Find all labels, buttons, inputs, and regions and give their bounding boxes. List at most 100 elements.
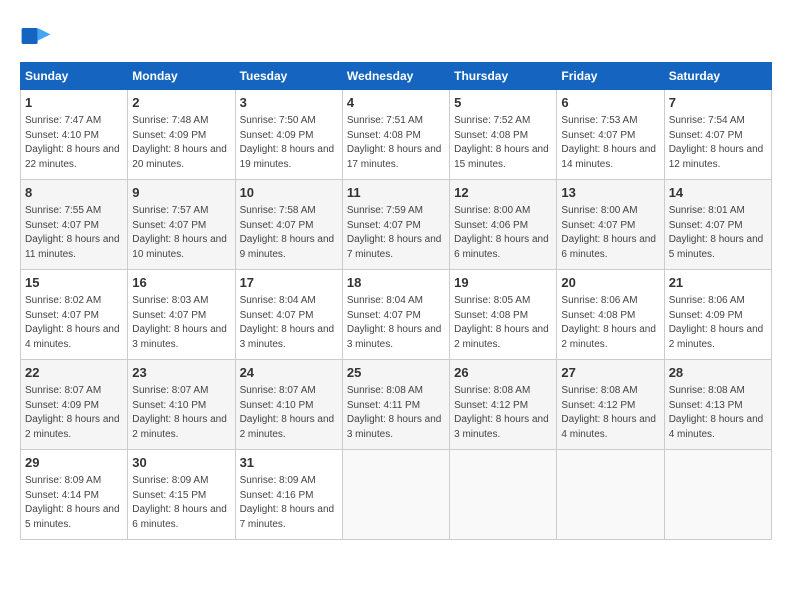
day-number: 1 (25, 94, 123, 112)
calendar-cell: 3 Sunrise: 7:50 AMSunset: 4:09 PMDaylight… (235, 90, 342, 180)
calendar-cell: 10 Sunrise: 7:58 AMSunset: 4:07 PMDayligh… (235, 180, 342, 270)
calendar-cell: 2 Sunrise: 7:48 AMSunset: 4:09 PMDaylight… (128, 90, 235, 180)
day-info: Sunrise: 8:07 AMSunset: 4:10 PMDaylight:… (132, 384, 230, 442)
day-number: 13 (561, 184, 659, 202)
day-number: 6 (561, 94, 659, 112)
day-number: 29 (25, 454, 123, 472)
day-info: Sunrise: 8:08 AMSunset: 4:13 PMDaylight:… (669, 384, 767, 442)
day-number: 27 (561, 364, 659, 382)
day-info: Sunrise: 7:53 AMSunset: 4:07 PMDaylight:… (561, 114, 659, 172)
calendar-cell (557, 450, 664, 540)
day-number: 12 (454, 184, 552, 202)
calendar-table: SundayMondayTuesdayWednesdayThursdayFrid… (20, 62, 772, 540)
weekday-header: Monday (128, 63, 235, 90)
day-number: 30 (132, 454, 230, 472)
calendar-cell: 23Sunrise: 8:07 AMSunset: 4:10 PMDayligh… (128, 360, 235, 450)
weekday-header: Thursday (450, 63, 557, 90)
day-info: Sunrise: 8:02 AMSunset: 4:07 PMDaylight:… (25, 294, 123, 352)
calendar-cell: 28 Sunrise: 8:08 AMSunset: 4:13 PMDayligh… (664, 360, 771, 450)
day-info: Sunrise: 7:58 AMSunset: 4:07 PMDaylight:… (240, 204, 338, 262)
day-number: 28 (669, 364, 767, 382)
day-info: Sunrise: 7:55 AMSunset: 4:07 PMDaylight:… (25, 204, 123, 262)
calendar-cell (664, 450, 771, 540)
day-info: Sunrise: 8:09 AMSunset: 4:15 PMDaylight:… (132, 474, 230, 532)
weekday-header: Wednesday (342, 63, 449, 90)
calendar-cell: 9 Sunrise: 7:57 AMSunset: 4:07 PMDaylight… (128, 180, 235, 270)
calendar-week-row: 8 Sunrise: 7:55 AMSunset: 4:07 PMDaylight… (21, 180, 772, 270)
day-info: Sunrise: 7:54 AMSunset: 4:07 PMDaylight:… (669, 114, 767, 172)
weekday-header: Saturday (664, 63, 771, 90)
weekday-header: Sunday (21, 63, 128, 90)
calendar-cell: 24 Sunrise: 8:07 AMSunset: 4:10 PMDayligh… (235, 360, 342, 450)
day-number: 2 (132, 94, 230, 112)
day-info: Sunrise: 8:07 AMSunset: 4:09 PMDaylight:… (25, 384, 123, 442)
day-number: 3 (240, 94, 338, 112)
day-number: 10 (240, 184, 338, 202)
day-info: Sunrise: 8:08 AMSunset: 4:11 PMDaylight:… (347, 384, 445, 442)
day-info: Sunrise: 8:09 AMSunset: 4:16 PMDaylight:… (240, 474, 338, 532)
day-info: Sunrise: 8:04 AMSunset: 4:07 PMDaylight:… (347, 294, 445, 352)
day-number: 26 (454, 364, 552, 382)
calendar-cell: 13 Sunrise: 8:00 AMSunset: 4:07 PMDayligh… (557, 180, 664, 270)
calendar-cell: 11 Sunrise: 7:59 AMSunset: 4:07 PMDayligh… (342, 180, 449, 270)
calendar-cell: 1Sunrise: 7:47 AMSunset: 4:10 PMDaylight… (21, 90, 128, 180)
calendar-cell: 22 Sunrise: 8:07 AMSunset: 4:09 PMDayligh… (21, 360, 128, 450)
day-info: Sunrise: 7:57 AMSunset: 4:07 PMDaylight:… (132, 204, 230, 262)
calendar-cell: 16 Sunrise: 8:03 AMSunset: 4:07 PMDayligh… (128, 270, 235, 360)
day-info: Sunrise: 8:01 AMSunset: 4:07 PMDaylight:… (669, 204, 767, 262)
logo-icon (20, 20, 52, 52)
calendar-cell (450, 450, 557, 540)
day-number: 22 (25, 364, 123, 382)
calendar-cell: 27 Sunrise: 8:08 AMSunset: 4:12 PMDayligh… (557, 360, 664, 450)
day-number: 31 (240, 454, 338, 472)
calendar-week-row: 15 Sunrise: 8:02 AMSunset: 4:07 PMDayligh… (21, 270, 772, 360)
day-number: 24 (240, 364, 338, 382)
calendar-cell: 20Sunrise: 8:06 AMSunset: 4:08 PMDayligh… (557, 270, 664, 360)
day-number: 15 (25, 274, 123, 292)
calendar-cell: 5Sunrise: 7:52 AMSunset: 4:08 PMDaylight… (450, 90, 557, 180)
day-info: Sunrise: 7:48 AMSunset: 4:09 PMDaylight:… (132, 114, 230, 172)
day-info: Sunrise: 8:00 AMSunset: 4:07 PMDaylight:… (561, 204, 659, 262)
day-info: Sunrise: 7:59 AMSunset: 4:07 PMDaylight:… (347, 204, 445, 262)
calendar-cell: 8 Sunrise: 7:55 AMSunset: 4:07 PMDaylight… (21, 180, 128, 270)
day-info: Sunrise: 8:07 AMSunset: 4:10 PMDaylight:… (240, 384, 338, 442)
calendar-cell (342, 450, 449, 540)
day-number: 5 (454, 94, 552, 112)
calendar-cell: 31 Sunrise: 8:09 AMSunset: 4:16 PMDayligh… (235, 450, 342, 540)
day-info: Sunrise: 8:03 AMSunset: 4:07 PMDaylight:… (132, 294, 230, 352)
day-info: Sunrise: 8:00 AMSunset: 4:06 PMDaylight:… (454, 204, 552, 262)
day-info: Sunrise: 8:06 AMSunset: 4:08 PMDaylight:… (561, 294, 659, 352)
day-info: Sunrise: 8:05 AMSunset: 4:08 PMDaylight:… (454, 294, 552, 352)
day-number: 9 (132, 184, 230, 202)
calendar-week-row: 22 Sunrise: 8:07 AMSunset: 4:09 PMDayligh… (21, 360, 772, 450)
logo (20, 20, 56, 52)
day-info: Sunrise: 7:50 AMSunset: 4:09 PMDaylight:… (240, 114, 338, 172)
calendar-cell: 30 Sunrise: 8:09 AMSunset: 4:15 PMDayligh… (128, 450, 235, 540)
day-info: Sunrise: 8:08 AMSunset: 4:12 PMDaylight:… (454, 384, 552, 442)
calendar-cell: 7 Sunrise: 7:54 AMSunset: 4:07 PMDaylight… (664, 90, 771, 180)
calendar-cell: 15 Sunrise: 8:02 AMSunset: 4:07 PMDayligh… (21, 270, 128, 360)
day-number: 8 (25, 184, 123, 202)
day-number: 11 (347, 184, 445, 202)
calendar-cell: 21 Sunrise: 8:06 AMSunset: 4:09 PMDayligh… (664, 270, 771, 360)
day-info: Sunrise: 8:08 AMSunset: 4:12 PMDaylight:… (561, 384, 659, 442)
weekday-header: Friday (557, 63, 664, 90)
day-number: 16 (132, 274, 230, 292)
day-info: Sunrise: 7:51 AMSunset: 4:08 PMDaylight:… (347, 114, 445, 172)
day-number: 25 (347, 364, 445, 382)
day-number: 21 (669, 274, 767, 292)
calendar-cell: 18Sunrise: 8:04 AMSunset: 4:07 PMDayligh… (342, 270, 449, 360)
calendar-cell: 19 Sunrise: 8:05 AMSunset: 4:08 PMDayligh… (450, 270, 557, 360)
day-info: Sunrise: 8:04 AMSunset: 4:07 PMDaylight:… (240, 294, 338, 352)
calendar-cell: 14Sunrise: 8:01 AMSunset: 4:07 PMDayligh… (664, 180, 771, 270)
day-info: Sunrise: 8:09 AMSunset: 4:14 PMDaylight:… (25, 474, 123, 532)
calendar-cell: 4Sunrise: 7:51 AMSunset: 4:08 PMDaylight… (342, 90, 449, 180)
weekday-header: Tuesday (235, 63, 342, 90)
calendar-cell: 29 Sunrise: 8:09 AMSunset: 4:14 PMDayligh… (21, 450, 128, 540)
calendar-cell: 12 Sunrise: 8:00 AMSunset: 4:06 PMDayligh… (450, 180, 557, 270)
day-info: Sunrise: 8:06 AMSunset: 4:09 PMDaylight:… (669, 294, 767, 352)
day-number: 19 (454, 274, 552, 292)
day-number: 7 (669, 94, 767, 112)
page-header (20, 20, 772, 52)
calendar-cell: 17Sunrise: 8:04 AMSunset: 4:07 PMDayligh… (235, 270, 342, 360)
